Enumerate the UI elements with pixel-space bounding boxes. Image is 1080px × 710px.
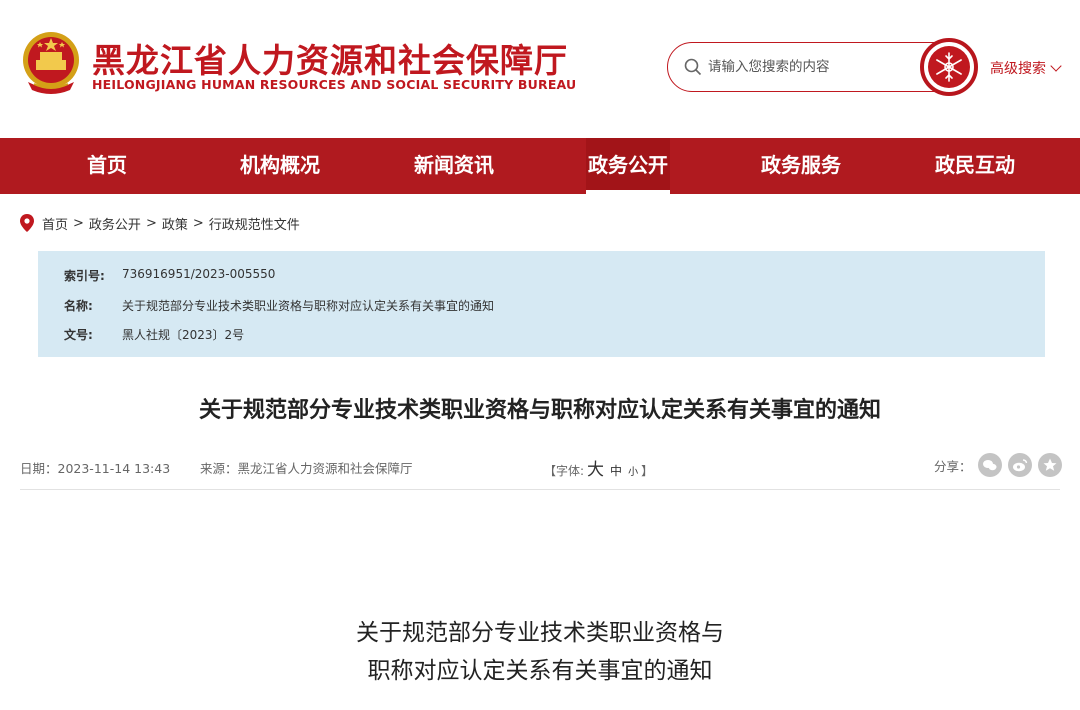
index-label: 索引号:: [64, 269, 105, 283]
breadcrumb-normative-documents[interactable]: 行政规范性文件: [209, 214, 300, 233]
document-heading-line-1: 关于规范部分专业技术类职业资格与: [356, 620, 724, 646]
name-value: 关于规范部分专业技术类职业资格与职称对应认定关系有关事宜的通知: [122, 299, 495, 313]
article-source: 来源：黑龙江省人力资源和社会保障厅: [200, 461, 413, 476]
nav-item-organization[interactable]: 机构概况: [225, 138, 335, 194]
search-icon: [684, 58, 702, 76]
font-size-prefix: 【字体:: [544, 464, 585, 478]
breadcrumb-separator: >: [73, 215, 84, 231]
doc-number-label: 文号:: [64, 328, 93, 342]
advanced-search-label: 高级搜索: [990, 61, 1046, 77]
share-bar: 分享：: [934, 452, 1062, 478]
search-button-inner: [928, 46, 970, 88]
document-heading-line-2: 职称对应认定关系有关事宜的通知: [367, 658, 713, 684]
info-row-name: 名称: 关于规范部分专业技术类职业资格与职称对应认定关系有关事宜的通知: [64, 297, 494, 314]
search-input[interactable]: [708, 55, 908, 79]
info-row-index: 索引号: 736916951/2023-005550: [64, 267, 275, 284]
index-value: 736916951/2023-005550: [122, 267, 276, 281]
share-label: 分享：: [934, 458, 972, 474]
article-title: 关于规范部分专业技术类职业资格与职称对应认定关系有关事宜的通知: [198, 398, 881, 423]
font-size-control: 【字体: 大 中 小 】: [544, 455, 653, 480]
nav-item-news[interactable]: 新闻资讯: [399, 138, 509, 194]
breadcrumb-separator: >: [145, 215, 157, 231]
breadcrumb-government-affairs[interactable]: 政务公开: [89, 214, 141, 233]
meta-divider: [20, 489, 1060, 490]
font-size-medium-button[interactable]: 中: [610, 462, 622, 479]
breadcrumb-policy[interactable]: 政策: [162, 214, 188, 233]
article-date: 日期：2023-11-14 13:43: [20, 461, 171, 476]
advanced-search-link[interactable]: 高级搜索: [990, 58, 1062, 78]
national-emblem-icon: [23, 32, 79, 94]
breadcrumb: 首页 > 政务公开 > 政策 > 行政规范性文件: [20, 212, 300, 234]
name-label: 名称:: [64, 299, 93, 313]
font-size-large-button[interactable]: 大: [587, 455, 604, 480]
location-pin-icon: [20, 214, 34, 232]
document-info-box: 索引号: 736916951/2023-005550 名称: 关于规范部分专业技…: [38, 251, 1045, 357]
doc-number-value: 黑人社规〔2023〕2号: [122, 328, 245, 342]
document-heading: 关于规范部分专业技术类职业资格与 职称对应认定关系有关事宜的通知: [0, 614, 1080, 690]
breadcrumb-home[interactable]: 首页: [42, 214, 68, 233]
info-row-doc-number: 文号: 黑人社规〔2023〕2号: [64, 326, 244, 343]
chevron-down-icon: [1050, 60, 1062, 72]
main-nav: 首页 机构概况 新闻资讯 政务公开 政务服务 政民互动: [0, 138, 1080, 194]
site-header: 黑龙江省人力资源和社会保障厅 HEILONGJIANG HUMAN RESOUR…: [0, 0, 1080, 138]
nav-item-government-services[interactable]: 政务服务: [746, 138, 856, 194]
nav-item-home[interactable]: 首页: [62, 138, 152, 194]
breadcrumb-separator: >: [192, 215, 204, 231]
weibo-share-icon[interactable]: [1007, 453, 1032, 477]
snowflake-icon: [936, 52, 962, 82]
nav-item-government-affairs[interactable]: 政务公开: [586, 138, 670, 194]
site-title-en: HEILONGJIANG HUMAN RESOURCES AND SOCIAL …: [92, 77, 577, 92]
search-button[interactable]: [920, 38, 978, 96]
site-title-cn: 黑龙江省人力资源和社会保障厅: [92, 41, 568, 80]
nav-item-interaction[interactable]: 政民互动: [920, 138, 1030, 194]
wechat-share-icon[interactable]: [977, 453, 1002, 477]
font-size-small-button[interactable]: 小: [628, 463, 638, 478]
favorite-star-icon[interactable]: [1037, 453, 1062, 477]
font-size-suffix: 】: [641, 464, 654, 478]
